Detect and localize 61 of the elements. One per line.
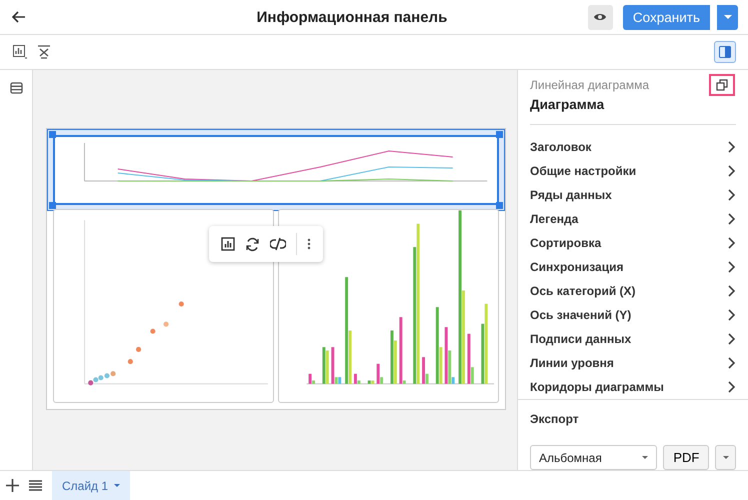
settings-section[interactable]: Ряды данных — [530, 183, 736, 207]
settings-section[interactable]: Коридоры диаграммы — [530, 375, 736, 399]
chevron-right-icon — [726, 381, 736, 393]
caret-icon — [642, 456, 648, 459]
settings-section[interactable]: Синхронизация — [530, 255, 736, 279]
chevron-right-icon — [726, 261, 736, 273]
chevron-right-icon — [726, 189, 736, 201]
export-format-button[interactable]: PDF — [663, 445, 710, 470]
scatter-point — [164, 322, 169, 327]
page-title: Информационная панель — [256, 8, 448, 26]
scatter-point — [178, 301, 184, 306]
chart-icon[interactable] — [221, 237, 235, 251]
layers-icon[interactable] — [10, 82, 22, 94]
panel-toggle-button[interactable] — [714, 41, 736, 63]
save-dropdown-button[interactable] — [716, 4, 738, 30]
chevron-right-icon — [726, 333, 736, 345]
settings-section[interactable]: Линии уровня — [530, 351, 736, 375]
settings-section[interactable]: Подписи данных — [530, 327, 736, 351]
scatter-point — [150, 328, 156, 334]
orientation-dropdown[interactable]: Альбомная — [530, 445, 658, 470]
eye-icon — [593, 12, 608, 22]
scatter-point — [128, 359, 133, 364]
add-icon[interactable] — [6, 479, 19, 492]
preview-button[interactable] — [588, 4, 613, 30]
settings-section[interactable]: Сортировка — [530, 231, 736, 255]
y-axis-line — [84, 142, 85, 182]
menu-icon[interactable] — [29, 480, 42, 491]
settings-section[interactable]: Заголовок — [530, 135, 736, 159]
chevron-right-icon — [726, 165, 736, 177]
resize-handle[interactable] — [496, 131, 503, 138]
resize-handle[interactable] — [49, 131, 56, 138]
chart-icon[interactable] — [12, 44, 28, 60]
filter-clear-icon[interactable] — [36, 44, 52, 60]
resize-handle[interactable] — [496, 202, 503, 209]
caret-icon — [722, 456, 729, 459]
settings-section[interactable]: Ось категорий (X) — [530, 279, 736, 303]
copy-icon — [716, 79, 728, 91]
settings-section[interactable]: Общие настройки — [530, 159, 736, 183]
chevron-right-icon — [726, 213, 736, 225]
unlink-icon[interactable] — [270, 237, 286, 251]
chevron-right-icon — [726, 309, 736, 321]
back-icon[interactable] — [12, 11, 26, 23]
side-panel-icon — [719, 46, 731, 58]
chevron-right-icon — [726, 237, 736, 249]
export-heading: Экспорт — [530, 412, 580, 426]
save-button[interactable]: Сохранить — [622, 4, 710, 30]
chevron-right-icon — [726, 285, 736, 297]
refresh-icon[interactable] — [245, 236, 260, 252]
resize-handle[interactable] — [49, 202, 56, 209]
scatter-point — [136, 346, 142, 352]
slide-tab[interactable]: Слайд 1 — [52, 471, 130, 500]
chevron-right-icon — [726, 141, 736, 153]
more-icon[interactable] — [307, 238, 311, 250]
duplicate-button[interactable] — [709, 74, 735, 96]
chart-type-label: Линейная диаграмма — [530, 78, 650, 92]
caret-icon — [724, 15, 732, 19]
settings-section[interactable]: Легенда — [530, 207, 736, 231]
chevron-right-icon — [726, 357, 736, 369]
panel-title: Диаграмма — [530, 97, 606, 112]
settings-section[interactable]: Ось значений (Y) — [530, 303, 736, 327]
caret-icon — [114, 484, 120, 487]
